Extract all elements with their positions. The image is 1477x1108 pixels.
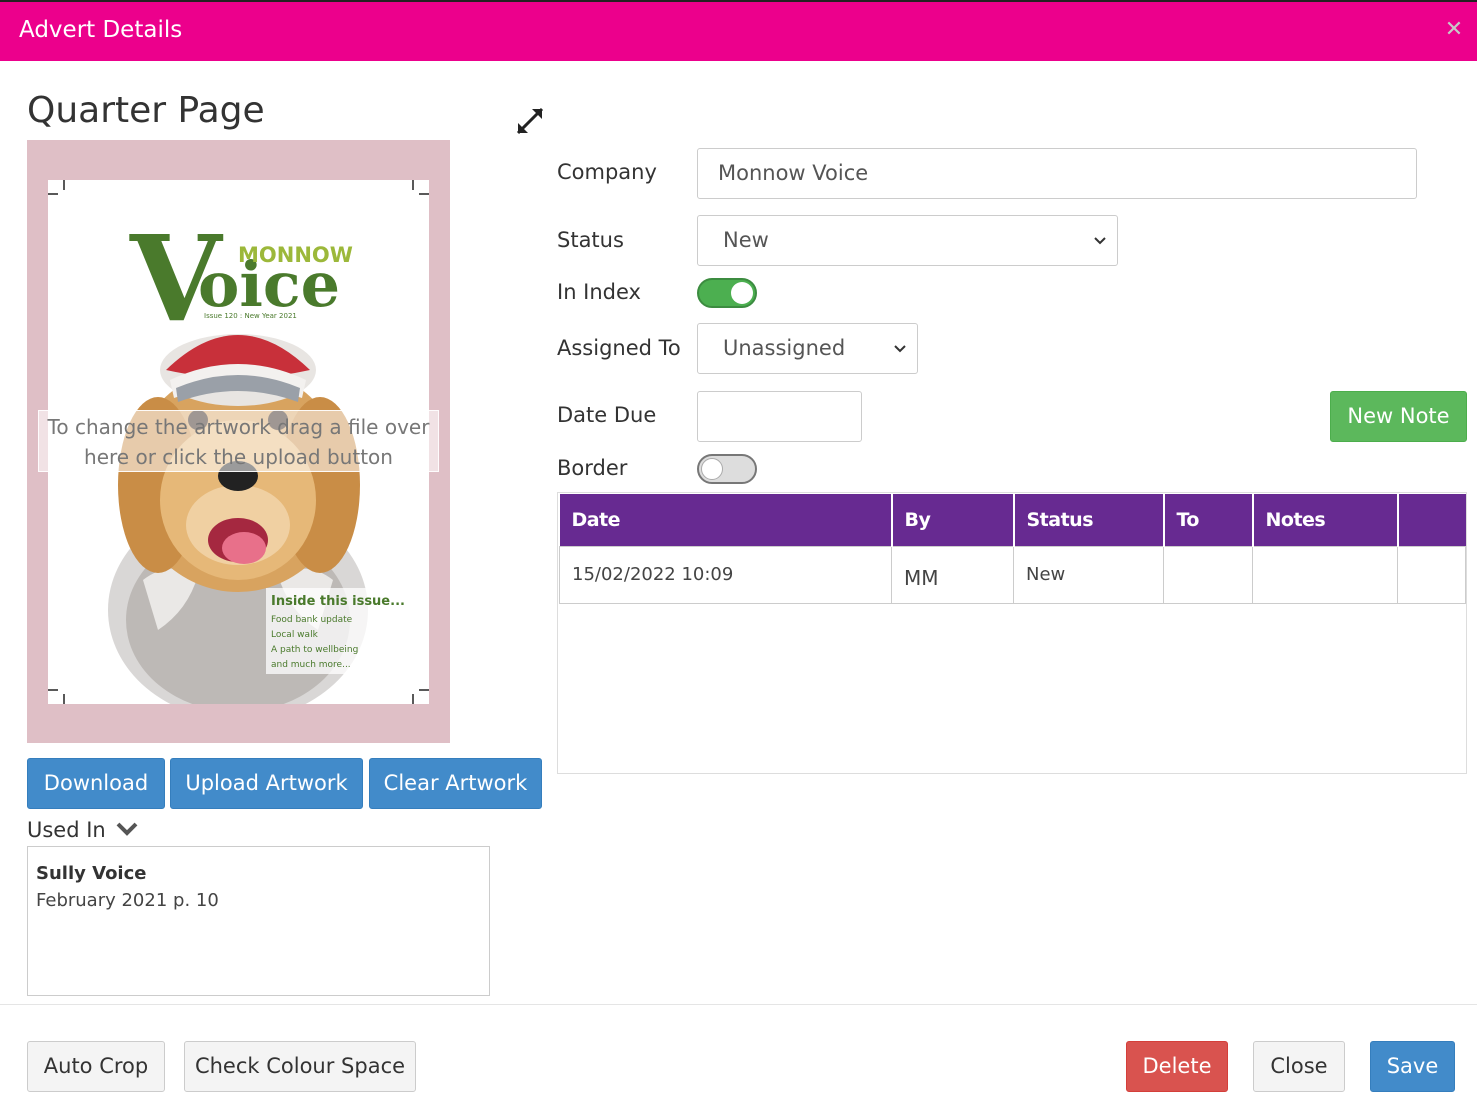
assigned-to-select[interactable]: Unassigned	[697, 323, 918, 374]
used-in-publication: Sully Voice	[36, 863, 147, 884]
notes-table: Date By Status To Notes 15/02/2022 10:09…	[559, 494, 1466, 604]
inside-item: and much more...	[271, 660, 351, 670]
artwork-drop-hint: To change the artwork drag a file over h…	[38, 410, 439, 472]
auto-crop-button[interactable]: Auto Crop	[27, 1041, 165, 1092]
masthead-small: MONNOW	[238, 243, 353, 267]
border-toggle[interactable]	[697, 454, 757, 484]
delete-button[interactable]: Delete	[1126, 1041, 1228, 1092]
upload-artwork-button[interactable]: Upload Artwork	[170, 758, 363, 809]
chevron-down-icon	[894, 345, 906, 353]
clear-artwork-button[interactable]: Clear Artwork	[369, 758, 542, 809]
status-label: Status	[557, 228, 624, 252]
header-actions	[1397, 494, 1466, 546]
save-button[interactable]: Save	[1370, 1041, 1455, 1092]
cell-by: MM	[891, 545, 1014, 604]
used-in-issue: February 2021 p. 10	[36, 890, 219, 911]
cell-date: 15/02/2022 10:09	[559, 545, 892, 604]
modal-title: Advert Details	[19, 17, 183, 43]
advert-size-title: Quarter Page	[27, 90, 265, 131]
issue-line: Issue 120 : New Year 2021	[204, 312, 297, 320]
header-status[interactable]: Status	[1013, 494, 1165, 546]
expand-icon[interactable]	[514, 105, 546, 137]
footer-divider	[0, 1004, 1477, 1005]
header-to[interactable]: To	[1163, 494, 1254, 546]
company-label: Company	[557, 160, 657, 184]
chevron-down-icon	[1094, 237, 1106, 245]
cell-status: New	[1013, 545, 1164, 604]
date-due-input[interactable]	[697, 391, 862, 442]
border-label: Border	[557, 456, 628, 480]
inside-item: A path to wellbeing	[271, 645, 358, 655]
notes-table-container: Date By Status To Notes 15/02/2022 10:09…	[557, 492, 1467, 774]
status-select[interactable]: New	[697, 215, 1118, 266]
inside-item: Food bank update	[271, 615, 353, 625]
chevron-down-icon[interactable]	[116, 820, 138, 838]
advert-details-modal: Advert Details ✕ Quarter Page V oice MON…	[0, 0, 1477, 1108]
header-date[interactable]: Date	[559, 494, 893, 546]
date-due-label: Date Due	[557, 403, 657, 427]
cell-actions	[1397, 545, 1466, 604]
new-note-button[interactable]: New Note	[1330, 391, 1467, 442]
header-by[interactable]: By	[891, 494, 1015, 546]
assigned-to-label: Assigned To	[557, 336, 681, 360]
check-colour-space-button[interactable]: Check Colour Space	[184, 1041, 416, 1092]
modal-header: Advert Details ✕	[0, 0, 1477, 61]
company-input[interactable]: Monnow Voice	[697, 148, 1417, 199]
header-notes[interactable]: Notes	[1252, 494, 1399, 546]
inside-title: Inside this issue...	[271, 594, 405, 609]
close-button[interactable]: Close	[1253, 1041, 1345, 1092]
notes-header-row: Date By Status To Notes	[559, 494, 1466, 546]
close-icon[interactable]: ✕	[1442, 16, 1466, 44]
in-index-toggle[interactable]	[697, 278, 757, 308]
used-in-list: Sully Voice February 2021 p. 10	[27, 846, 490, 996]
inside-item: Local walk	[271, 630, 319, 640]
cell-notes	[1252, 545, 1398, 604]
assigned-to-value: Unassigned	[723, 336, 846, 360]
download-button[interactable]: Download	[27, 758, 165, 809]
in-index-label: In Index	[557, 280, 641, 304]
used-in-label: Used In	[27, 818, 106, 842]
table-row[interactable]: 15/02/2022 10:09 MM New	[559, 545, 1466, 604]
cell-to	[1163, 545, 1253, 604]
status-select-value: New	[723, 228, 769, 252]
